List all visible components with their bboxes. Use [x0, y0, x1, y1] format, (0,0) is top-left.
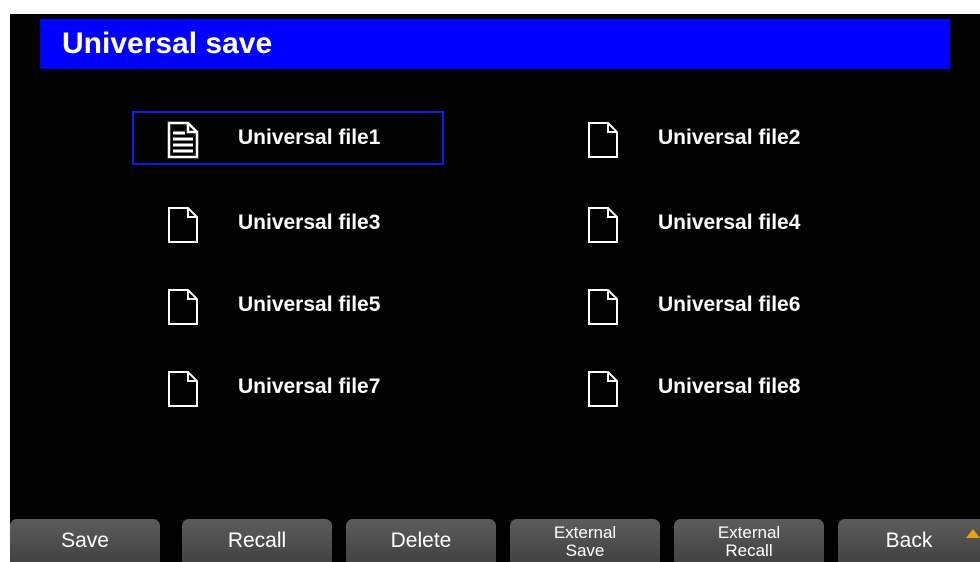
file-slot-7[interactable]: Universal file7	[132, 360, 444, 414]
blank-document-icon	[587, 288, 619, 326]
external-save-label-line2: Save	[565, 541, 605, 560]
external-save-label-line1: External	[553, 523, 617, 542]
file-slot-2[interactable]: Universal file2	[552, 111, 864, 165]
document-lines-icon	[167, 121, 199, 159]
save-button[interactable]: Save	[10, 519, 160, 562]
external-recall-label-line2: Recall	[725, 541, 773, 560]
title-bar: Universal save	[40, 19, 950, 69]
recall-button-label: Recall	[227, 529, 287, 552]
external-recall-button[interactable]: External Recall	[674, 519, 824, 562]
save-button-label: Save	[61, 529, 109, 552]
instrument-screen: Universal save Universal file1 Universal…	[10, 14, 980, 562]
blank-document-icon	[587, 206, 619, 244]
file-label: Universal file6	[658, 293, 801, 316]
softkey-bar: Save Recall Delete External Save Externa…	[10, 519, 980, 562]
file-label: Universal file8	[658, 375, 801, 398]
file-label: Universal file5	[238, 293, 381, 316]
file-label: Universal file7	[238, 375, 381, 398]
file-slot-6[interactable]: Universal file6	[552, 278, 864, 332]
blank-document-icon	[167, 370, 199, 408]
blank-document-icon	[587, 370, 619, 408]
back-button[interactable]: Back	[838, 519, 980, 562]
blank-document-icon	[167, 206, 199, 244]
file-label: Universal file1	[238, 126, 381, 149]
file-slot-8[interactable]: Universal file8	[552, 360, 864, 414]
blank-document-icon	[587, 121, 619, 159]
back-button-label: Back	[885, 529, 933, 552]
page-title: Universal save	[62, 27, 273, 60]
recall-button[interactable]: Recall	[182, 519, 332, 562]
file-label: Universal file2	[658, 126, 801, 149]
blank-document-icon	[167, 288, 199, 326]
file-label: Universal file4	[658, 211, 801, 234]
external-recall-label-line1: External	[717, 523, 781, 542]
delete-button-label: Delete	[390, 529, 452, 552]
file-slot-4[interactable]: Universal file4	[552, 196, 864, 250]
file-slot-5[interactable]: Universal file5	[132, 278, 444, 332]
file-slot-3[interactable]: Universal file3	[132, 196, 444, 250]
up-arrow-icon	[966, 529, 980, 538]
external-save-button[interactable]: External Save	[510, 519, 660, 562]
file-slot-1[interactable]: Universal file1	[132, 111, 444, 165]
delete-button[interactable]: Delete	[346, 519, 496, 562]
file-label: Universal file3	[238, 211, 381, 234]
